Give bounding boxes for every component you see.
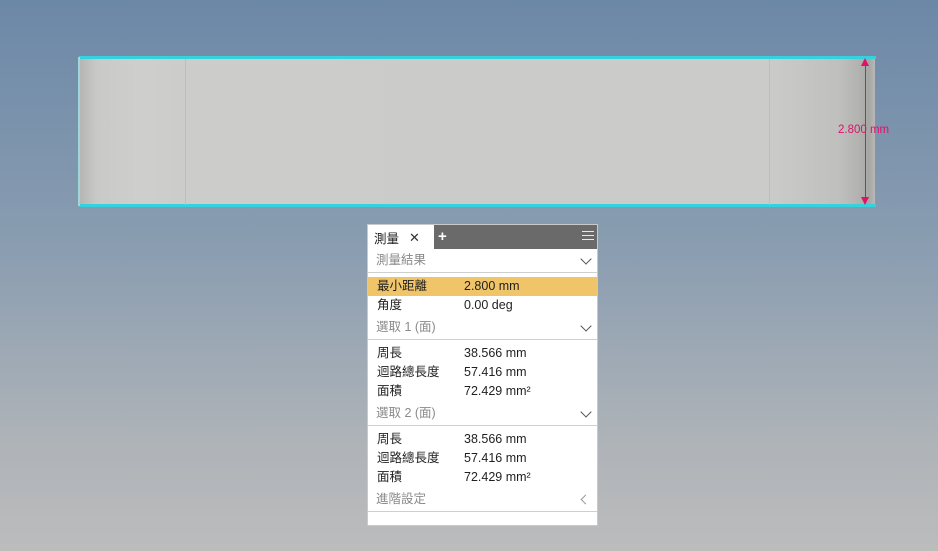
section-title: 選取 2 (面) bbox=[376, 406, 436, 420]
selection-2-row-perimeter[interactable]: 周長 38.566 mm bbox=[368, 430, 597, 449]
part-seam-line bbox=[185, 59, 186, 205]
selection-1-rows: 周長 38.566 mm 迴路總長度 57.416 mm 面積 72.429 m… bbox=[368, 340, 597, 402]
row-value: 72.429 mm² bbox=[464, 384, 531, 398]
section-header-results[interactable]: 測量結果 bbox=[368, 249, 597, 273]
row-value: 2.800 mm bbox=[464, 279, 520, 293]
section-header-advanced[interactable]: 進階設定 bbox=[368, 488, 597, 512]
row-label: 面積 bbox=[377, 470, 403, 484]
row-label: 角度 bbox=[377, 298, 403, 312]
close-icon[interactable]: ✕ bbox=[409, 231, 420, 244]
dimension-arrow-up-icon bbox=[861, 58, 869, 66]
selection-1-row-loop-length[interactable]: 迴路總長度 57.416 mm bbox=[368, 363, 597, 382]
section-header-selection-2[interactable]: 選取 2 (面) bbox=[368, 402, 597, 426]
result-row-angle[interactable]: 角度 0.00 deg bbox=[368, 296, 597, 315]
add-tab-icon[interactable]: + bbox=[438, 227, 447, 247]
selection-2-row-area[interactable]: 面積 72.429 mm² bbox=[368, 468, 597, 487]
model-part[interactable] bbox=[79, 57, 875, 206]
row-value: 57.416 mm bbox=[464, 365, 527, 379]
row-label: 周長 bbox=[377, 346, 403, 360]
chevron-down-icon[interactable] bbox=[580, 253, 592, 265]
row-label: 迴路總長度 bbox=[377, 451, 440, 465]
section-title: 進階設定 bbox=[376, 492, 427, 506]
tab-measure[interactable]: 測量 ✕ bbox=[368, 225, 434, 249]
row-value: 72.429 mm² bbox=[464, 470, 531, 484]
row-label: 迴路總長度 bbox=[377, 365, 440, 379]
row-value: 57.416 mm bbox=[464, 451, 527, 465]
section-title: 測量結果 bbox=[376, 253, 427, 267]
section-title: 選取 1 (面) bbox=[376, 320, 436, 334]
results-rows: 最小距離 2.800 mm 角度 0.00 deg bbox=[368, 273, 597, 316]
row-label: 面積 bbox=[377, 384, 403, 398]
chevron-down-icon[interactable] bbox=[580, 320, 592, 332]
selection-2-row-loop-length[interactable]: 迴路總長度 57.416 mm bbox=[368, 449, 597, 468]
selection-1-row-area[interactable]: 面積 72.429 mm² bbox=[368, 382, 597, 401]
part-seam-line bbox=[769, 59, 770, 205]
row-label: 最小距離 bbox=[377, 279, 428, 293]
chevron-left-icon[interactable] bbox=[580, 494, 591, 505]
dimension-label: 2.800 mm bbox=[838, 124, 890, 136]
menu-icon[interactable] bbox=[582, 231, 594, 243]
row-value: 38.566 mm bbox=[464, 346, 527, 360]
selection-2-rows: 周長 38.566 mm 迴路總長度 57.416 mm 面積 72.429 m… bbox=[368, 426, 597, 488]
selected-face-bottom-edge[interactable] bbox=[79, 204, 876, 207]
selection-1-row-perimeter[interactable]: 周長 38.566 mm bbox=[368, 344, 597, 363]
result-row-min-distance[interactable]: 最小距離 2.800 mm bbox=[368, 277, 597, 296]
measure-panel: 測量 ✕ + 測量結果 最小距離 2.800 mm 角度 0.00 deg 選取… bbox=[367, 224, 598, 526]
dimension-arrow-down-icon bbox=[861, 197, 869, 205]
tab-label: 測量 bbox=[374, 231, 400, 246]
row-value: 38.566 mm bbox=[464, 432, 527, 446]
panel-tab-bar: 測量 ✕ + bbox=[368, 225, 597, 249]
row-value: 0.00 deg bbox=[464, 298, 513, 312]
chevron-down-icon[interactable] bbox=[580, 406, 592, 418]
selected-face-top-edge[interactable] bbox=[79, 56, 876, 59]
row-label: 周長 bbox=[377, 432, 403, 446]
part-left-edge bbox=[78, 57, 80, 206]
section-header-selection-1[interactable]: 選取 1 (面) bbox=[368, 316, 597, 340]
